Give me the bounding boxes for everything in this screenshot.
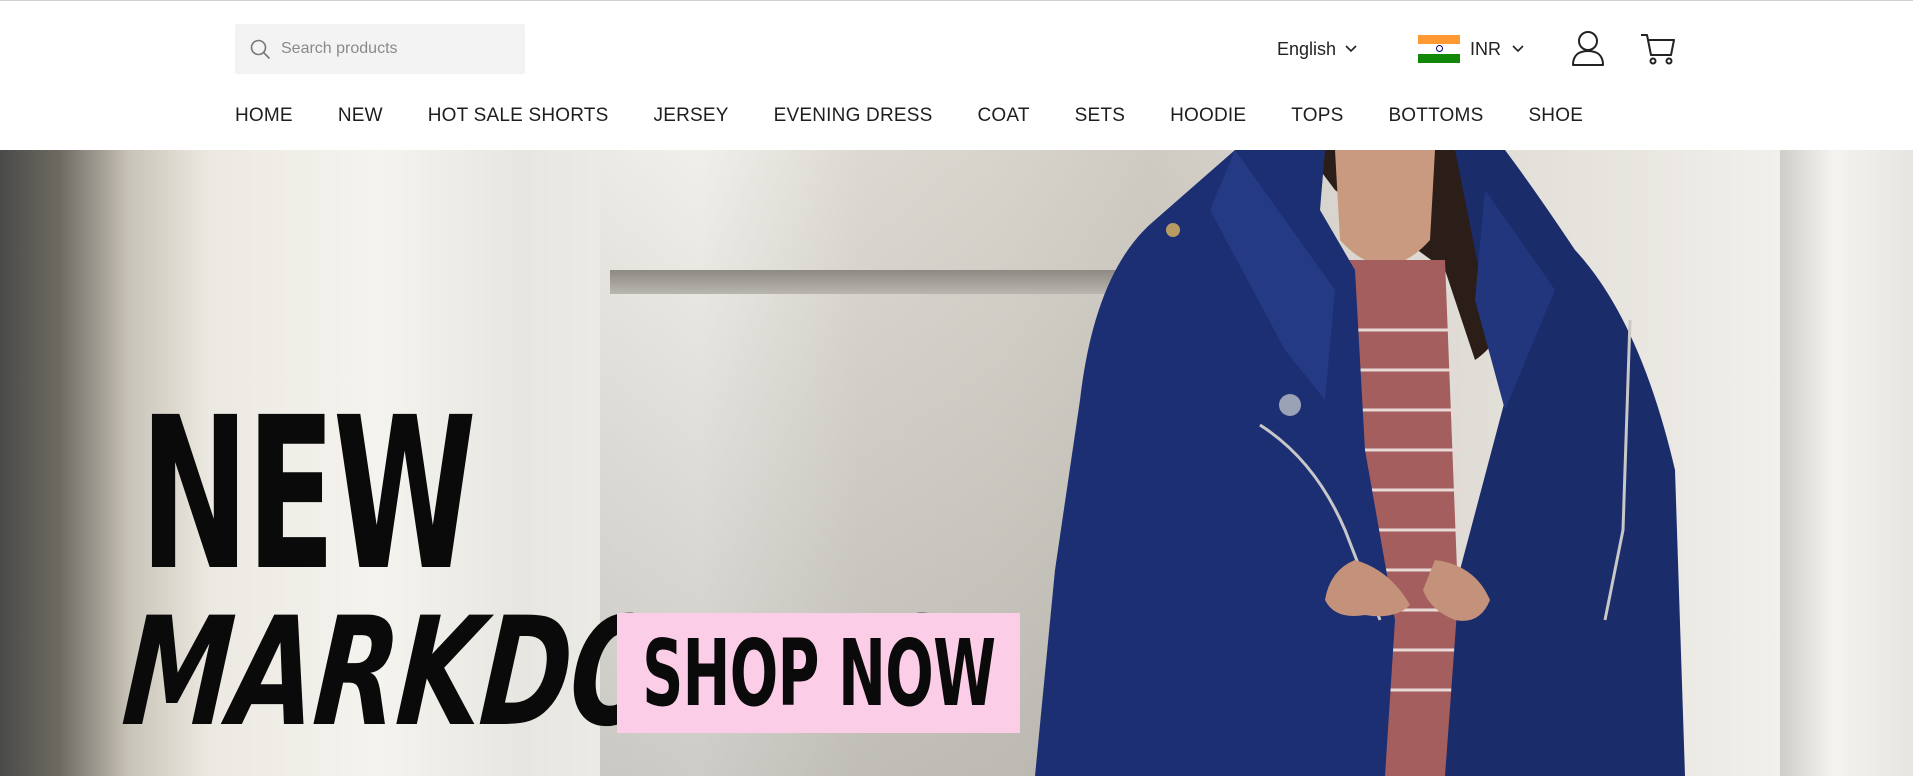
main-nav: HOME NEW HOT SALE SHORTS JERSEY EVENING …	[235, 101, 1628, 131]
shop-now-button[interactable]: SHOP NOW	[617, 613, 1020, 733]
nav-item-bottoms[interactable]: BOTTOMS	[1388, 105, 1483, 127]
cart-icon	[1641, 34, 1675, 65]
nav-item-coat[interactable]: COAT	[977, 105, 1029, 127]
language-selector[interactable]: English	[1277, 35, 1358, 63]
hero-headline-new: NEW	[140, 372, 477, 617]
nav-item-tops[interactable]: TOPS	[1291, 105, 1343, 127]
shop-now-label: SHOP NOW	[641, 619, 996, 727]
nav-item-home[interactable]: HOME	[235, 105, 293, 127]
search-icon	[250, 39, 270, 59]
chevron-down-icon	[1345, 45, 1357, 53]
nav-item-new[interactable]: NEW	[338, 105, 383, 127]
hero-wall-right	[1780, 150, 1913, 776]
account-button[interactable]	[1568, 28, 1608, 68]
nav-item-hot-sale-shorts[interactable]: HOT SALE SHORTS	[428, 105, 609, 127]
chevron-down-icon	[1512, 45, 1524, 53]
currency-selector[interactable]: INR	[1418, 33, 1525, 65]
site-header: English INR	[0, 0, 1913, 150]
cart-button[interactable]	[1638, 28, 1678, 68]
currency-label: INR	[1470, 38, 1501, 59]
nav-item-hoodie[interactable]: HOODIE	[1170, 105, 1246, 127]
user-icon	[1572, 31, 1604, 66]
search-bar[interactable]	[235, 24, 525, 74]
india-flag-icon	[1418, 35, 1460, 63]
nav-item-shoe[interactable]: SHOE	[1528, 105, 1583, 127]
nav-item-evening-dress[interactable]: EVENING DRESS	[774, 105, 933, 127]
nav-item-sets[interactable]: SETS	[1075, 105, 1125, 127]
page: English INR	[0, 0, 1913, 776]
language-label: English	[1277, 38, 1337, 59]
nav-item-jersey[interactable]: JERSEY	[654, 105, 729, 127]
model-in-blue-jacket-image	[1035, 150, 1685, 776]
search-input[interactable]	[279, 39, 513, 59]
